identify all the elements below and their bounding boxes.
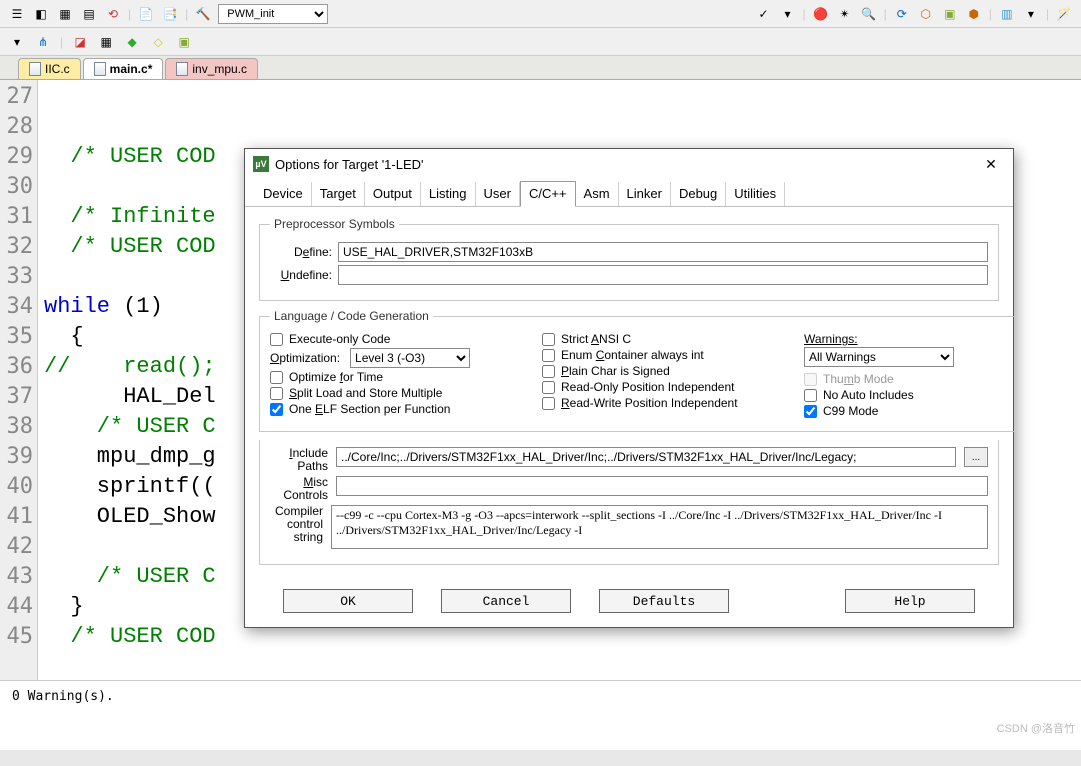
toolbar-btn[interactable]: ▾ [779, 5, 797, 23]
toolbar-btn[interactable]: ⟲ [104, 5, 122, 23]
c99-check[interactable]: C99 Mode [804, 403, 1004, 419]
find-icon[interactable]: 🔍 [860, 5, 878, 23]
line-gutter: 27 28 29 30 31 32 33 34 35 36 37 38 39 4… [0, 80, 38, 680]
toolbar-btn[interactable]: 🔨 [194, 5, 212, 23]
tab-asm[interactable]: Asm [576, 182, 619, 206]
language-group: Language / Code Generation Execute-only … [259, 309, 1015, 432]
target-select[interactable]: PWM_init [218, 4, 328, 24]
toolbar-btn[interactable]: ✓ [755, 5, 773, 23]
misc-label: MiscControls [270, 476, 328, 502]
toolbar-btn[interactable]: ▣ [175, 33, 193, 51]
no-auto-check[interactable]: No Auto Includes [804, 387, 1004, 403]
preprocessor-group: Preprocessor Symbols Define: Undefine: [259, 217, 999, 301]
include-paths-label: IncludePaths [270, 447, 328, 473]
file-icon [94, 62, 106, 76]
toolbar-btn[interactable]: ⬢ [965, 5, 983, 23]
toolbar-btn[interactable]: ⋔ [34, 33, 52, 51]
plain-char-check[interactable]: Plain Char is Signed [542, 363, 792, 379]
enum-check[interactable]: Enum Container always int [542, 347, 792, 363]
toolbar-btn[interactable]: ⟳ [893, 5, 911, 23]
file-icon [29, 62, 41, 76]
dialog-tabs: DeviceTargetOutputListingUserC/C++AsmLin… [245, 181, 1013, 207]
toolbar-btn[interactable]: 📑 [161, 5, 179, 23]
toolbar-btn[interactable]: 🔴 [812, 5, 830, 23]
toolbar-btn[interactable]: ◇ [149, 33, 167, 51]
file-tab-main[interactable]: main.c* [83, 58, 164, 79]
toolbar-btn[interactable]: ✴ [836, 5, 854, 23]
secondary-toolbar: ▾ ⋔ | ◪ ▦ ◆ ◇ ▣ [0, 28, 1081, 56]
toolbar-btn[interactable]: ▦ [97, 33, 115, 51]
toolbar-btn[interactable]: ◪ [71, 33, 89, 51]
define-label: Define: [270, 245, 332, 259]
ok-button[interactable]: OK [283, 589, 413, 613]
tab-cc[interactable]: C/C++ [520, 181, 576, 207]
watermark: CSDN @洛音竹 [997, 720, 1075, 736]
file-tab-iic[interactable]: IIC.c [18, 58, 81, 79]
toolbar-btn[interactable]: 📄 [137, 5, 155, 23]
dialog-titlebar[interactable]: µV Options for Target '1-LED' ✕ [245, 149, 1013, 179]
tab-device[interactable]: Device [255, 182, 312, 206]
exec-only-check[interactable]: Execute-only Code [270, 331, 530, 347]
opt-time-check[interactable]: Optimize for Time [270, 369, 530, 385]
tab-linker[interactable]: Linker [619, 182, 671, 206]
tab-output[interactable]: Output [365, 182, 421, 206]
strict-ansi-check[interactable]: Strict ANSI C [542, 331, 792, 347]
cancel-button[interactable]: Cancel [441, 589, 571, 613]
file-tabs-row: IIC.c main.c* inv_mpu.c [0, 56, 1081, 80]
rw-pi-check[interactable]: Read-Write Position Independent [542, 395, 792, 411]
tab-target[interactable]: Target [312, 182, 365, 206]
keil-icon: µV [253, 156, 269, 172]
close-icon[interactable]: ✕ [977, 153, 1005, 175]
compiler-string-display [331, 505, 988, 549]
file-tab-invmpu[interactable]: inv_mpu.c [165, 58, 258, 79]
compiler-string-label: Compilercontrolstring [270, 505, 323, 544]
toolbar-btn[interactable]: ▥ [998, 5, 1016, 23]
toolbar-btn[interactable]: ⬡ [917, 5, 935, 23]
ro-pi-check[interactable]: Read-Only Position Independent [542, 379, 792, 395]
optimization-select[interactable]: Level 3 (-O3) [350, 348, 470, 368]
toolbar-btn[interactable]: ☰ [8, 5, 26, 23]
include-paths-input[interactable] [336, 447, 956, 467]
toolbar-btn[interactable]: ◧ [32, 5, 50, 23]
misc-input[interactable] [336, 476, 988, 496]
undefine-label: Undefine: [270, 268, 332, 282]
toolbar-btn[interactable]: ◆ [123, 33, 141, 51]
defaults-button[interactable]: Defaults [599, 589, 729, 613]
optimization-label: Optimization: [270, 351, 340, 365]
options-dialog: µV Options for Target '1-LED' ✕ DeviceTa… [244, 148, 1014, 628]
toolbar-btn[interactable]: ▾ [8, 33, 26, 51]
toolbar-btn[interactable]: ▤ [80, 5, 98, 23]
tab-utilities[interactable]: Utilities [726, 182, 785, 206]
define-input[interactable] [338, 242, 988, 262]
browse-button[interactable]: ... [964, 447, 988, 467]
one-elf-check[interactable]: One ELF Section per Function [270, 401, 530, 417]
help-button[interactable]: Help [845, 589, 975, 613]
undefine-input[interactable] [338, 265, 988, 285]
build-output: 0 Warning(s). [0, 680, 1081, 750]
main-toolbar: ☰ ◧ ▦ ▤ ⟲ | 📄 📑 | 🔨 PWM_init ✓ ▾ | 🔴 ✴ 🔍… [0, 0, 1081, 28]
dialog-title: Options for Target '1-LED' [275, 157, 424, 172]
tab-user[interactable]: User [476, 182, 520, 206]
thumb-check: Thumb Mode [804, 371, 1004, 387]
warnings-label: Warnings: [804, 332, 858, 346]
split-load-check[interactable]: Split Load and Store Multiple [270, 385, 530, 401]
toolbar-btn[interactable]: ▾ [1022, 5, 1040, 23]
wand-icon[interactable]: 🪄 [1055, 5, 1073, 23]
toolbar-btn[interactable]: ▦ [56, 5, 74, 23]
file-icon [176, 62, 188, 76]
warnings-select[interactable]: All Warnings [804, 347, 954, 367]
tab-debug[interactable]: Debug [671, 182, 726, 206]
tab-listing[interactable]: Listing [421, 182, 476, 206]
toolbar-btn[interactable]: ▣ [941, 5, 959, 23]
status-text: 0 Warning(s). [12, 689, 114, 704]
